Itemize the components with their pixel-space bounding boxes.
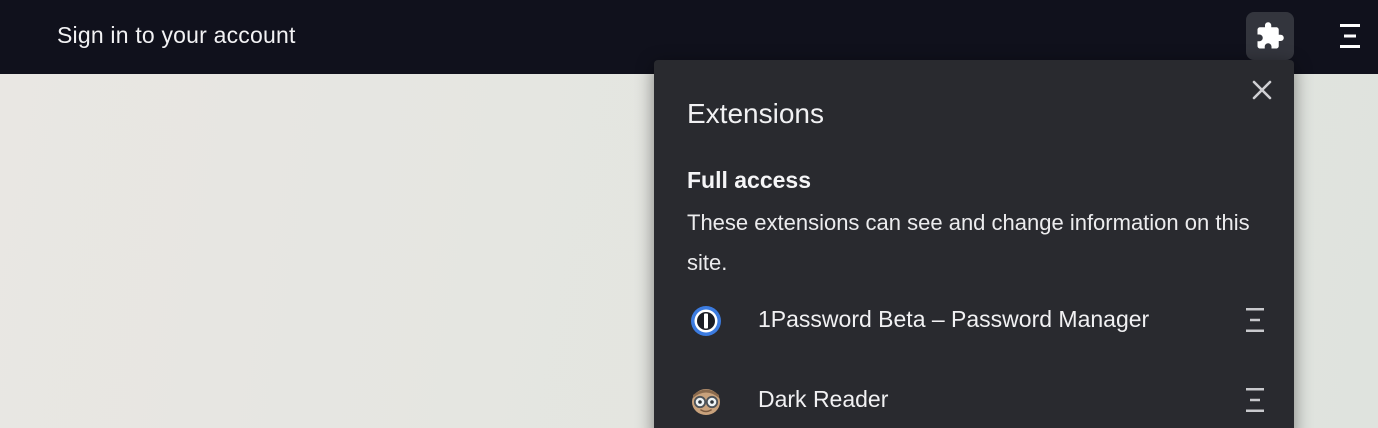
section-heading: Full access <box>687 167 812 193</box>
page-title: Sign in to your account <box>57 22 296 48</box>
extensions-button[interactable] <box>1246 12 1294 60</box>
extension-name: Dark Reader <box>758 386 889 412</box>
extension-item-dark-reader[interactable]: Dark Reader <box>654 368 1294 428</box>
extension-name: 1Password Beta – Password Manager <box>758 306 1150 332</box>
1password-icon <box>691 306 721 336</box>
extensions-popup: Extensions Full access These extensions … <box>654 60 1294 428</box>
extension-menu-button[interactable] <box>1242 305 1268 335</box>
section-description: These extensions can see and change info… <box>687 210 1250 275</box>
puzzle-piece-icon <box>1257 22 1284 49</box>
popup-title: Extensions <box>687 98 824 129</box>
menu-icon <box>1246 308 1264 332</box>
close-button[interactable] <box>1248 76 1276 104</box>
close-icon <box>1252 80 1272 100</box>
menu-icon <box>1340 24 1360 48</box>
menu-icon <box>1246 388 1264 412</box>
extension-item-1password[interactable]: 1Password Beta – Password Manager <box>654 288 1294 352</box>
dark-reader-icon <box>692 389 720 415</box>
extension-menu-button[interactable] <box>1242 385 1268 415</box>
browser-menu-button[interactable] <box>1332 16 1368 56</box>
